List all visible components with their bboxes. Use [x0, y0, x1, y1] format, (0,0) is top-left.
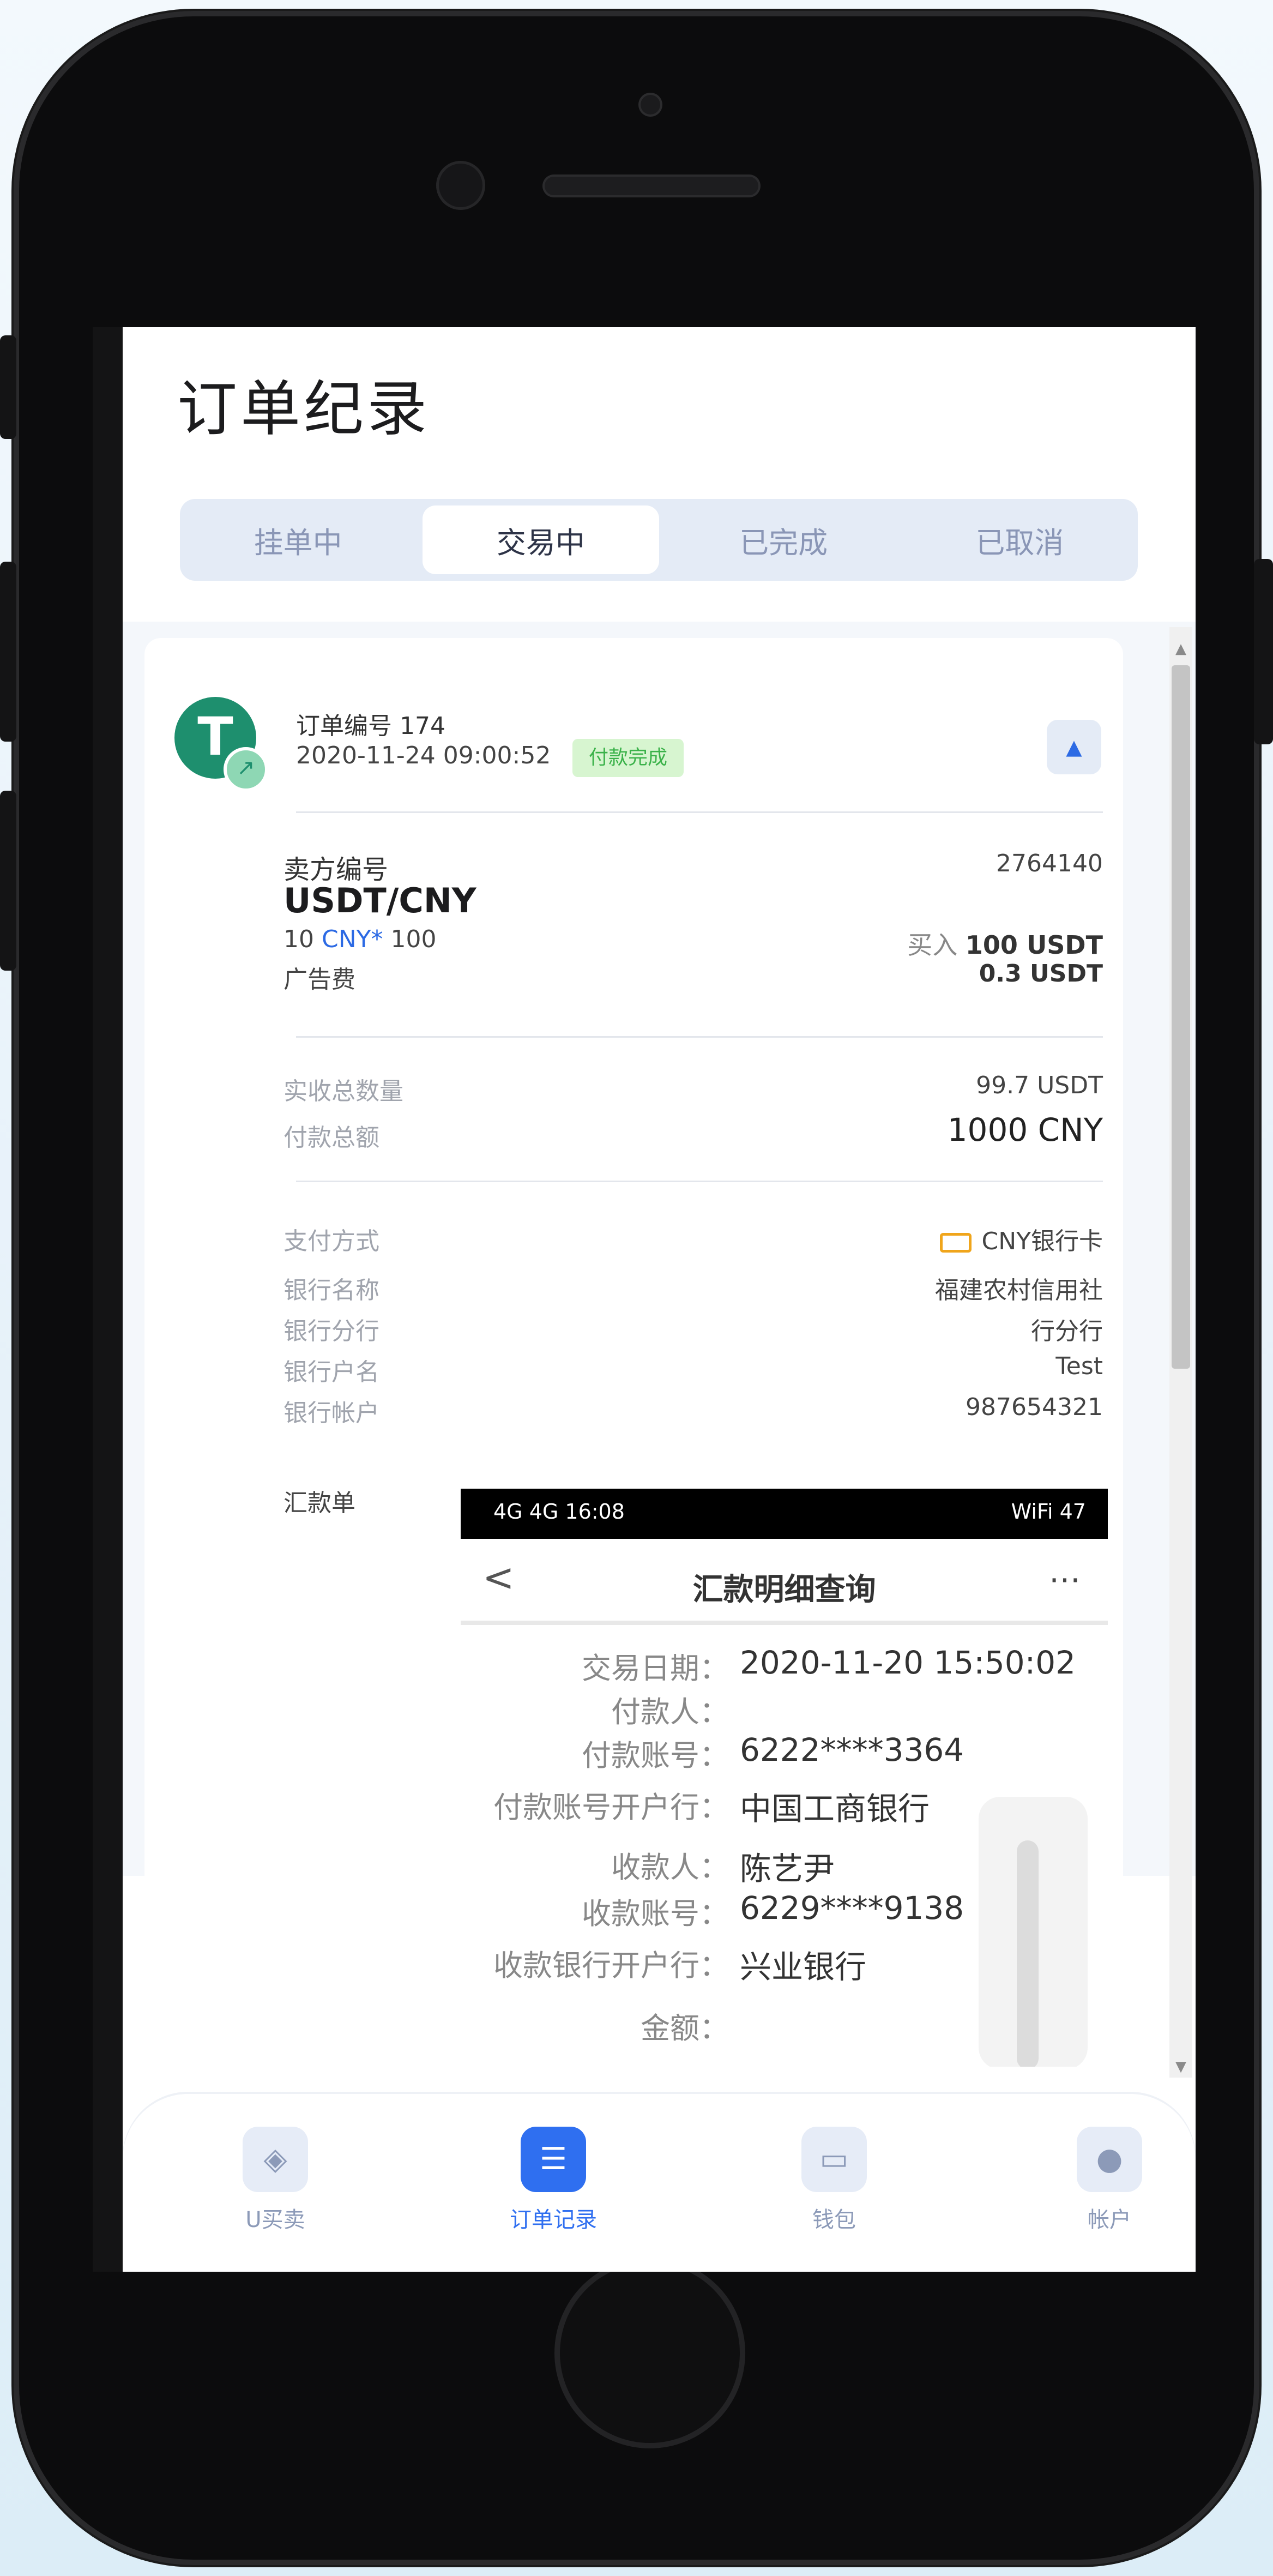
tab-trading[interactable]: 交易中: [423, 505, 659, 574]
tab-completed[interactable]: 已完成: [666, 499, 902, 581]
receipt-value: 中国工商银行: [740, 1790, 930, 1827]
power-button[interactable]: [1254, 559, 1273, 744]
bank-branch-value: 行分行: [1031, 1317, 1103, 1345]
buy-amount: 买入 100 USDT: [907, 925, 1103, 961]
account-name-label: 银行户名: [283, 1358, 379, 1386]
receipt-value: 陈艺尹: [740, 1850, 835, 1887]
pay-method-label: 支付方式: [283, 1227, 379, 1255]
receipt-value: 6222****3364: [740, 1731, 964, 1768]
paid-label: 付款总额: [283, 1124, 379, 1152]
tab-pending[interactable]: 挂单中: [180, 499, 416, 581]
earpiece-speaker: [542, 174, 761, 197]
account-name-value: Test: [1055, 1352, 1103, 1380]
fee-label: 广告费: [283, 966, 355, 994]
pay-method-text: CNY银行卡: [981, 1227, 1103, 1255]
receipt-value: 兴业银行: [740, 1948, 867, 1985]
scroll-up-icon[interactable]: ▲: [1172, 641, 1190, 657]
chevron-up-icon: ▲: [1066, 735, 1082, 759]
receipt-value: 2020-11-20 15:50:02: [740, 1644, 1076, 1681]
scroll-down-icon[interactable]: ▼: [1172, 2059, 1190, 2075]
pay-method-value: CNY银行卡: [940, 1221, 1103, 1256]
arrow-badge-icon: ↗: [224, 747, 268, 792]
wallet-icon: ▭: [801, 2127, 867, 2192]
scrollbar-thumb[interactable]: [1172, 665, 1190, 1369]
account-no-value: 987654321: [966, 1393, 1103, 1421]
nav-item-trade[interactable]: ◈ U买卖: [194, 2127, 357, 2234]
receipt-header: < 汇款明细查询 ⋯: [461, 1539, 1108, 1625]
receipt-key: 交易日期：: [582, 1651, 729, 1686]
buy-value: 100 USDT: [965, 930, 1103, 960]
list-icon: ☰: [521, 2127, 586, 2192]
trade-pair: USDT/CNY: [283, 881, 476, 920]
receipt-key: 付款账号：: [582, 1738, 729, 1773]
buy-label: 买入: [907, 930, 958, 960]
status-badge: 付款完成: [572, 739, 684, 777]
nav-label: 帐户: [1088, 2207, 1131, 2232]
front-camera: [638, 93, 662, 117]
bank-name-label: 银行名称: [283, 1277, 379, 1304]
receipt-status-bar: 4G 4G 16:08 WiFi 47: [461, 1489, 1108, 1539]
remittance-receipt-image[interactable]: 4G 4G 16:08 WiFi 47 < 汇款明细查询 ⋯ 交易日期： 202…: [461, 1489, 1108, 2067]
order-number: 订单编号 174: [296, 712, 445, 740]
nav-item-account[interactable]: ● 帐户: [1028, 2127, 1191, 2234]
more-icon: ⋯: [1049, 1561, 1081, 1598]
received-label: 实收总数量: [283, 1078, 403, 1105]
receipt-key: 付款人：: [611, 1695, 729, 1729]
volume-down-button[interactable]: [0, 791, 16, 971]
receipt-scroll-overlay: [979, 1797, 1088, 2067]
collapse-button[interactable]: ▲: [1047, 720, 1101, 774]
mute-switch[interactable]: [0, 335, 16, 439]
rate-text: 10 CNY* 100: [283, 925, 436, 953]
nav-label: U买卖: [245, 2207, 305, 2232]
divider: [296, 811, 1103, 813]
usdt-coin-icon: T ↗: [174, 697, 268, 792]
nav-label: 钱包: [812, 2207, 856, 2232]
receipt-key: 金额：: [641, 2011, 729, 2045]
user-icon: ●: [1077, 2127, 1142, 2192]
volume-up-button[interactable]: [0, 562, 16, 742]
receipt-scroll-bar: [1017, 1840, 1039, 2067]
remit-label: 汇款单: [283, 1489, 355, 1517]
rate-currency: CNY*: [321, 925, 383, 953]
app-screen: 订单纪录 挂单中 交易中 已完成 已取消 ▲ ▼ T ↗ 订单编号 174 20…: [123, 327, 1196, 2272]
receipt-key: 付款账号开户行：: [493, 1790, 729, 1825]
fee-value: 0.3 USDT: [979, 960, 1103, 988]
order-time: 2020-11-24 09:00:52: [296, 742, 551, 769]
paid-value: 1000 CNY: [947, 1111, 1103, 1148]
received-value: 99.7 USDT: [976, 1072, 1103, 1099]
receipt-key: 收款账号：: [582, 1897, 729, 1931]
bank-name-value: 福建农村信用社: [935, 1277, 1103, 1304]
account-no-label: 银行帐户: [283, 1399, 379, 1427]
receipt-title: 汇款明细查询: [692, 1572, 876, 1608]
order-tabs: 挂单中 交易中 已完成 已取消: [180, 499, 1138, 581]
receipt-status-left: 4G 4G 16:08: [493, 1500, 625, 1524]
receipt-value: 6229****9138: [740, 1889, 964, 1927]
receipt-key: 收款人：: [611, 1850, 729, 1885]
seller-number: 2764140: [996, 850, 1103, 877]
receipt-status-right: WiFi 47: [1011, 1500, 1086, 1524]
page-title: 订单纪录: [177, 374, 430, 444]
nav-item-orders[interactable]: ☰ 订单记录: [472, 2127, 635, 2234]
divider: [296, 1181, 1103, 1182]
tab-cancelled[interactable]: 已取消: [902, 499, 1138, 581]
bank-branch-label: 银行分行: [283, 1317, 379, 1345]
proximity-sensor: [436, 161, 485, 210]
nav-label: 订单记录: [510, 2207, 597, 2232]
nav-item-wallet[interactable]: ▭ 钱包: [752, 2127, 916, 2234]
screen-edge: [93, 327, 124, 2272]
home-button[interactable]: [554, 2258, 745, 2448]
bank-card-icon: [940, 1233, 972, 1253]
rate-suffix: 100: [383, 925, 437, 953]
rate-prefix: 10: [283, 925, 322, 953]
diamond-icon: ◈: [243, 2127, 308, 2192]
divider: [296, 1036, 1103, 1038]
receipt-key: 收款银行开户行：: [493, 1948, 729, 1983]
